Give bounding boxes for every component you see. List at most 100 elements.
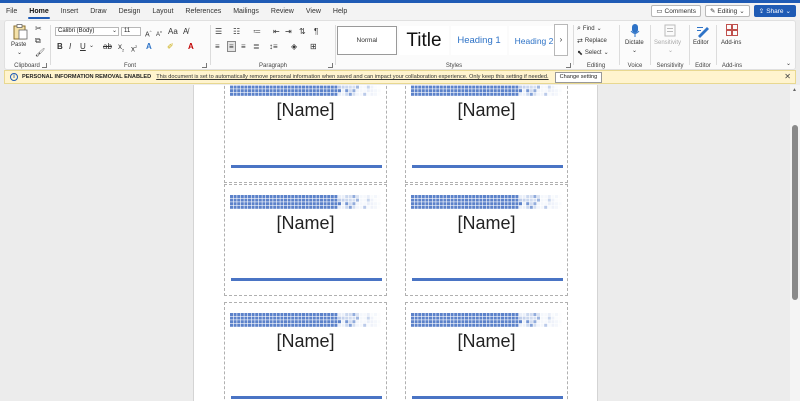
styles-dialog-launcher[interactable] — [566, 63, 571, 68]
shrink-font-icon[interactable]: Av — [156, 27, 162, 40]
menu-bar: File Home Insert Draw Design Layout Refe… — [0, 3, 800, 20]
clear-formatting-icon[interactable]: A̸ — [183, 27, 188, 36]
addins-button[interactable]: Add-ins — [718, 23, 746, 57]
pen-icon — [697, 27, 709, 38]
personal-info-removal-bar: i PERSONAL INFORMATION REMOVAL ENABLED T… — [4, 70, 796, 84]
show-formatting-icon[interactable]: ¶ — [314, 27, 318, 36]
change-case-icon[interactable]: Aa — [168, 27, 178, 36]
editing-mode-button[interactable]: ✎ Editing ⌄ — [704, 5, 750, 17]
bold-icon[interactable]: B — [57, 42, 63, 51]
multilevel-list-icon[interactable]: ≔ — [253, 27, 261, 36]
addins-group: Add-ins Add-ins — [717, 21, 747, 71]
tab-help[interactable]: Help — [327, 3, 353, 20]
find-button[interactable]: ⌕ Find ⌄ — [577, 24, 602, 33]
document-page[interactable]: [Name] [Name] [Name] [Name] [Name] [Name… — [193, 85, 598, 401]
subscript-icon[interactable]: x2 — [118, 42, 124, 55]
card-bar — [412, 165, 563, 168]
strikethrough-icon[interactable]: ab — [103, 42, 112, 51]
microphone-icon — [630, 24, 640, 37]
paste-button[interactable]: Paste ⌄ — [10, 24, 30, 58]
voice-group-label: Voice — [627, 63, 643, 69]
name-card[interactable]: [Name] — [224, 85, 387, 183]
name-card[interactable]: [Name] — [224, 184, 387, 296]
grow-font-icon[interactable]: A^ — [145, 27, 152, 39]
vertical-scrollbar[interactable]: ▲ — [790, 85, 800, 401]
numbering-icon[interactable]: ☷ — [233, 27, 240, 36]
copy-icon[interactable]: ⧉ — [35, 36, 41, 45]
justify-icon[interactable]: ≣ — [253, 42, 260, 51]
close-icon[interactable]: ✕ — [784, 72, 791, 81]
card-name: [Name] — [276, 100, 335, 120]
dictate-label: Dictate — [625, 40, 644, 46]
line-spacing-icon[interactable]: ↕≡ — [269, 42, 278, 51]
share-button[interactable]: ⇪ Share ⌄ — [753, 5, 796, 17]
sort-icon[interactable]: ⇅ — [299, 27, 306, 36]
underline-icon[interactable]: U — [80, 42, 86, 51]
tab-layout[interactable]: Layout — [146, 3, 179, 20]
paragraph-group: ☰ ☷ ≔ ⇤ ⇥ ⇅ ¶ ≡ ≡ ≡ ≣ ↕≡ ◈ ⊞ Paragraph — [211, 21, 335, 71]
name-card[interactable]: [Name] — [405, 302, 568, 401]
card-bar — [412, 278, 563, 281]
italic-icon[interactable]: I — [69, 42, 71, 51]
font-size-select[interactable]: 11 — [121, 27, 141, 36]
tab-mailings[interactable]: Mailings — [227, 3, 265, 20]
highlight-icon[interactable]: ✐ — [167, 42, 174, 51]
sensitivity-button[interactable]: Sensitivity ⌄ — [652, 23, 688, 57]
tab-draw[interactable]: Draw — [84, 3, 112, 20]
decrease-indent-icon[interactable]: ⇤ — [273, 27, 280, 36]
tab-references[interactable]: References — [179, 3, 227, 20]
cut-icon[interactable]: ✂ — [35, 24, 42, 33]
align-right-icon[interactable]: ≡ — [241, 42, 246, 51]
change-setting-button[interactable]: Change setting — [554, 71, 603, 83]
editor-label: Editor — [693, 40, 709, 46]
tab-review[interactable]: Review — [265, 3, 300, 20]
name-card[interactable]: [Name] — [405, 85, 568, 183]
font-name-select[interactable]: Calibri (Body) — [55, 27, 119, 36]
tab-home[interactable]: Home — [23, 3, 54, 20]
clipboard-dialog-launcher[interactable] — [42, 63, 47, 68]
find-label: Find — [582, 25, 595, 32]
replace-button[interactable]: ⇄ Replace — [577, 36, 607, 45]
styles-group: Styles — [335, 21, 573, 71]
replace-icon: ⇄ — [577, 37, 583, 45]
info-icon: i — [10, 73, 18, 81]
chevron-down-icon: ⌄ — [89, 43, 95, 49]
editor-button[interactable]: Editor — [691, 23, 715, 57]
format-painter-icon[interactable]: 🖌 — [35, 48, 45, 57]
clipboard-group: Paste ⌄ ✂ ⧉ 🖌 Clipboard — [5, 21, 49, 71]
search-icon: ⌕ — [577, 24, 581, 32]
styles-group-label: Styles — [445, 63, 463, 69]
increase-indent-icon[interactable]: ⇥ — [285, 27, 292, 36]
font-color-icon[interactable]: A — [188, 42, 194, 51]
name-card[interactable]: [Name] — [224, 302, 387, 401]
font-dialog-launcher[interactable] — [202, 63, 207, 68]
align-left-icon[interactable]: ≡ — [215, 42, 220, 51]
name-card[interactable]: [Name] — [405, 184, 568, 296]
superscript-icon[interactable]: x2 — [131, 42, 137, 54]
shading-icon[interactable]: ◈ — [291, 42, 297, 51]
tab-design[interactable]: Design — [113, 3, 147, 20]
dictate-button[interactable]: Dictate ⌄ — [622, 23, 648, 57]
scroll-up-icon[interactable]: ▲ — [792, 87, 797, 93]
sensitivity-label: Sensitivity — [654, 40, 682, 46]
paragraph-dialog-launcher[interactable] — [328, 63, 333, 68]
comment-icon: ▭ — [656, 8, 663, 15]
infobar-message[interactable]: This document is set to automatically re… — [156, 74, 548, 80]
bullets-icon[interactable]: ☰ — [215, 27, 222, 36]
chevron-down-icon: ⌄ — [632, 48, 638, 54]
borders-icon[interactable]: ⊞ — [310, 42, 317, 51]
tab-insert[interactable]: Insert — [55, 3, 85, 20]
tab-view[interactable]: View — [300, 3, 327, 20]
sensitivity-group-label: Sensitivity — [656, 63, 684, 69]
editing-label: Editing — [717, 7, 738, 15]
tab-file[interactable]: File — [0, 3, 23, 20]
editor-group-label: Editor — [695, 63, 711, 69]
card-name: [Name] — [276, 331, 335, 351]
card-bar — [231, 165, 382, 168]
scrollbar-thumb[interactable] — [792, 125, 798, 300]
text-effects-icon[interactable]: A — [146, 42, 152, 51]
align-center-icon[interactable]: ≡ — [227, 41, 236, 52]
comments-button[interactable]: ▭ Comments — [651, 5, 701, 17]
select-button[interactable]: ⬉ Select ⌄ — [577, 48, 609, 57]
collapse-ribbon-icon[interactable]: ⌄ — [786, 60, 791, 69]
